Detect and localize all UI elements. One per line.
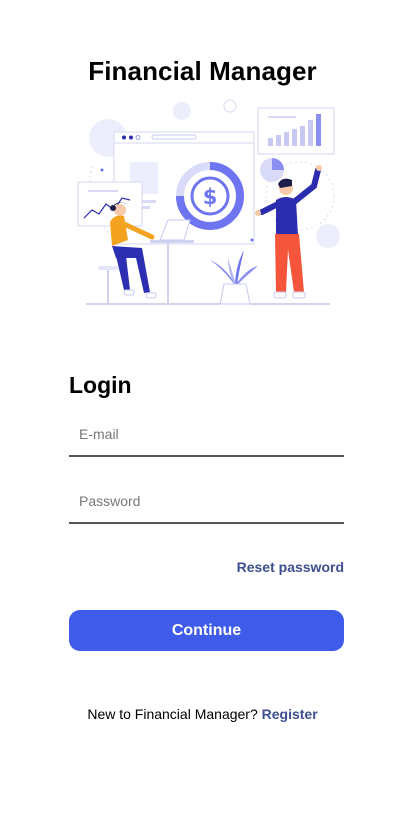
register-prompt-line: New to Financial Manager? Register (0, 706, 405, 722)
email-field-wrapper (69, 413, 344, 457)
email-field[interactable] (69, 413, 344, 455)
password-field-wrapper (69, 480, 344, 524)
login-heading: Login (69, 372, 132, 398)
finance-dashboard-illustration: $ (77, 99, 340, 305)
password-field[interactable] (69, 480, 344, 522)
continue-button[interactable]: Continue (69, 610, 344, 651)
app-title: Financial Manager (88, 56, 317, 86)
dollar-symbol: $ (203, 185, 218, 209)
register-prompt-text: New to Financial Manager? (87, 706, 258, 722)
register-link[interactable]: Register (262, 706, 318, 722)
reset-password-link[interactable]: Reset password (237, 559, 344, 575)
